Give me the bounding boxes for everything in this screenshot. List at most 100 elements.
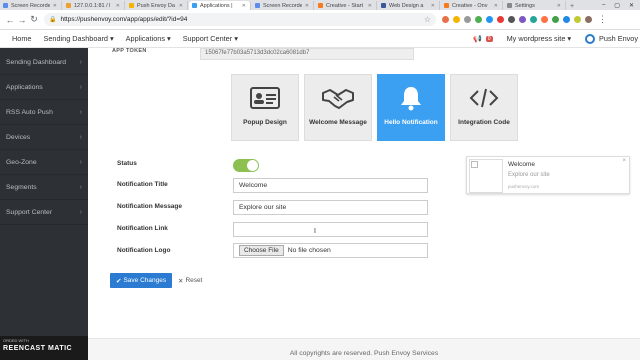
reload-icon[interactable]: ↻ xyxy=(28,14,40,25)
notification-message-input[interactable]: Explore our site xyxy=(233,200,428,215)
app-token-field[interactable]: 15067fe77b03a5713d3dc02ca6081db7 xyxy=(200,48,414,60)
extension-icon[interactable] xyxy=(508,16,515,23)
sidebar-item-geo-zone[interactable]: Geo-Zone › xyxy=(0,150,88,175)
chevron-right-icon: › xyxy=(79,183,82,191)
browser-tab[interactable]: Creative - Onv ✕ xyxy=(441,1,503,10)
save-changes-button[interactable]: ✔ Save Changes xyxy=(110,273,173,288)
extension-icon[interactable] xyxy=(486,16,493,23)
close-tab-icon[interactable]: ✕ xyxy=(305,3,309,9)
notification-title-input[interactable]: Welcome xyxy=(233,178,428,193)
extension-icon[interactable] xyxy=(475,16,482,23)
maximize-icon[interactable]: ▢ xyxy=(614,2,620,9)
extension-icon[interactable] xyxy=(442,16,449,23)
notification-logo-file-input[interactable]: Choose File No file chosen xyxy=(233,243,428,258)
chevron-right-icon: › xyxy=(79,83,82,91)
card-popup-design[interactable]: Popup Design xyxy=(231,74,299,141)
tab-favicon xyxy=(381,3,386,8)
browser-tab[interactable]: 127.0.0.1:81 / l ✕ xyxy=(63,1,125,10)
preview-close-icon[interactable]: × xyxy=(622,158,626,164)
site-selector[interactable]: My wordpress site ▾ xyxy=(507,34,571,43)
close-tab-icon[interactable]: ✕ xyxy=(494,3,498,9)
footer-text: All copyrights are reserved. Push Envoy … xyxy=(289,350,439,357)
handshake-icon xyxy=(321,87,355,109)
chevron-right-icon: › xyxy=(79,108,82,116)
browser-tab[interactable]: Settings ✕ xyxy=(504,1,566,10)
bookmark-star-icon[interactable]: ☆ xyxy=(424,15,431,24)
preview-site: pushenvoy.com xyxy=(508,184,540,189)
sidebar: Sending Dashboard › Applications › RSS Aut… xyxy=(0,48,88,360)
notification-link-input[interactable] xyxy=(233,222,428,237)
reset-button-label: Reset xyxy=(185,277,203,284)
tab-favicon xyxy=(444,3,449,8)
extension-icon[interactable] xyxy=(497,16,504,23)
extension-icon[interactable] xyxy=(453,16,460,23)
card-welcome-message[interactable]: Welcome Message xyxy=(304,74,372,141)
choose-file-button[interactable]: Choose File xyxy=(239,245,284,256)
nav-home[interactable]: Home xyxy=(12,34,31,43)
notification-title-label: Notification Title xyxy=(117,181,168,188)
browser-tab[interactable]: Screen Recorder ✕ xyxy=(252,1,314,10)
sidebar-item-devices[interactable]: Devices › xyxy=(0,125,88,150)
close-tab-icon[interactable]: ✕ xyxy=(557,3,561,9)
sidebar-item-label: RSS Auto Push xyxy=(6,108,53,116)
chevron-right-icon: › xyxy=(79,208,82,216)
card-hello-notification[interactable]: Hello Notification xyxy=(377,74,445,141)
tab-title: 127.0.0.1:81 / l xyxy=(74,2,111,9)
extension-icon[interactable] xyxy=(552,16,559,23)
browser-tab-active[interactable]: Applications | ✕ xyxy=(189,1,251,10)
extension-icon[interactable] xyxy=(519,16,526,23)
sidebar-item-label: Applications xyxy=(6,83,43,91)
tab-favicon xyxy=(318,3,323,8)
nav-label: Sending Dashboard xyxy=(43,34,108,43)
screencast-watermark: ORDED WITH REENCAST MATIC xyxy=(0,336,88,360)
tab-title: Web Design a xyxy=(389,2,424,9)
close-tab-icon[interactable]: ✕ xyxy=(116,3,120,9)
sidebar-item-applications[interactable]: Applications › xyxy=(0,75,88,100)
nav-support-center[interactable]: Support Center ▾ xyxy=(183,34,238,43)
url-input[interactable]: 🔒 https://pushenvoy.com/app/apps/edit/?i… xyxy=(44,13,436,26)
sidebar-item-label: Segments xyxy=(6,183,37,191)
sidebar-item-support-center[interactable]: Support Center › xyxy=(0,200,88,225)
status-label: Status xyxy=(117,160,137,167)
profile-avatar-icon[interactable] xyxy=(585,16,592,23)
browser-tab[interactable]: Screen Recorder ✕ xyxy=(0,1,62,10)
tab-title: Creative - Onv xyxy=(452,2,488,9)
extension-icon[interactable] xyxy=(530,16,537,23)
nav-sending-dashboard[interactable]: Sending Dashboard ▾ xyxy=(43,34,113,43)
notification-message-label: Notification Message xyxy=(117,203,183,210)
sidebar-item-sending-dashboard[interactable]: Sending Dashboard › xyxy=(0,50,88,75)
close-tab-icon[interactable]: ✕ xyxy=(368,3,372,9)
card-integration-code[interactable]: Integration Code xyxy=(450,74,518,141)
sidebar-item-segments[interactable]: Segments › xyxy=(0,175,88,200)
extension-icon[interactable] xyxy=(541,16,548,23)
back-icon[interactable]: ← xyxy=(4,15,16,25)
new-tab-button[interactable]: + xyxy=(567,3,577,10)
browser-tab[interactable]: Push Envoy Da ✕ xyxy=(126,1,188,10)
forward-icon[interactable]: → xyxy=(16,15,28,25)
extension-icon[interactable] xyxy=(464,16,471,23)
id-card-icon xyxy=(250,87,280,109)
close-window-icon[interactable]: ✕ xyxy=(629,2,634,9)
notifications-button[interactable]: 📢 0 xyxy=(473,35,493,43)
tab-favicon xyxy=(66,3,71,8)
browser-tab[interactable]: Web Design a ✕ xyxy=(378,1,440,10)
browser-tab[interactable]: Creative - Start ✕ xyxy=(315,1,377,10)
nav-applications[interactable]: Applications ▾ xyxy=(126,34,171,43)
close-tab-icon[interactable]: ✕ xyxy=(53,3,57,9)
site-selector-label: My wordpress site xyxy=(506,34,566,43)
browser-address-bar: ← → ↻ 🔒 https://pushenvoy.com/app/apps/e… xyxy=(0,10,640,30)
extension-icon[interactable] xyxy=(574,16,581,23)
browser-menu-icon[interactable]: ⋮ xyxy=(598,14,607,25)
minimize-icon[interactable]: – xyxy=(602,2,605,8)
close-tab-icon[interactable]: ✕ xyxy=(242,3,246,9)
status-toggle[interactable] xyxy=(233,159,259,172)
user-menu[interactable]: Push Envoy xyxy=(585,33,638,44)
close-tab-icon[interactable]: ✕ xyxy=(431,3,435,9)
sidebar-item-rss-auto-push[interactable]: RSS Auto Push › xyxy=(0,100,88,125)
bell-icon xyxy=(398,87,424,111)
lock-icon: 🔒 xyxy=(49,17,57,23)
text-cursor-icon: I xyxy=(314,228,316,235)
reset-button[interactable]: ✕ Reset xyxy=(178,273,202,288)
close-tab-icon[interactable]: ✕ xyxy=(179,3,183,9)
extension-icon[interactable] xyxy=(563,16,570,23)
